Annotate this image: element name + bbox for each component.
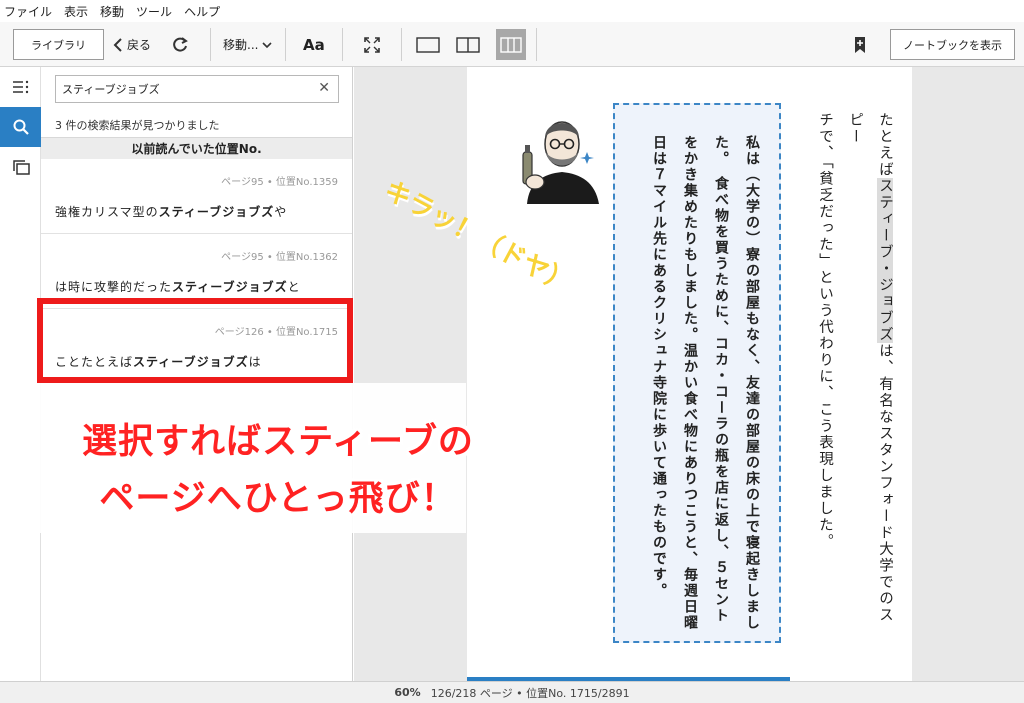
toolbar-separator bbox=[342, 28, 343, 61]
two-page-button[interactable] bbox=[456, 29, 480, 60]
search-input[interactable]: スティーブジョブズ ✕ bbox=[55, 75, 339, 103]
refresh-icon bbox=[173, 36, 188, 52]
back-button[interactable]: 戻る bbox=[113, 29, 151, 60]
goto-menu-button[interactable]: 移動... bbox=[223, 29, 273, 60]
body-text: チで、「貧乏だった」という代わりに、こう表現しました。 bbox=[817, 112, 833, 551]
search-tab-button[interactable] bbox=[0, 107, 41, 147]
snippet-match: スティーブジョブズ bbox=[172, 280, 288, 294]
snippet-match: スティーブジョブズ bbox=[158, 205, 275, 219]
table-of-contents-icon bbox=[12, 80, 28, 94]
clear-search-icon[interactable]: ✕ bbox=[318, 80, 330, 96]
annotation-caption-line2: ページへひとっ飛び！ bbox=[99, 479, 457, 519]
snippet-text: と bbox=[287, 280, 301, 294]
menu-help[interactable]: ヘルプ bbox=[184, 3, 220, 20]
snippet-text: 強権カリスマ型の bbox=[55, 205, 159, 219]
cards-button[interactable] bbox=[0, 147, 41, 187]
search-highlight: スティーブ・ジョブズ bbox=[877, 178, 893, 343]
result-location: ページ95 • 位置No.1362 bbox=[221, 252, 338, 263]
menu-go[interactable]: 移動 bbox=[100, 3, 124, 20]
quote-box: 私は（大学の）寮の部屋もなく、友達の部屋の床の上で寝起きしました。 食べ物を買う… bbox=[613, 103, 781, 643]
kindle-app: ファイル 表示 移動 ツール ヘルプ ライブラリ 戻る 移動... Aa ノート… bbox=[0, 0, 1024, 703]
show-notebook-button[interactable]: ノートブックを表示 bbox=[890, 29, 1015, 60]
font-settings-button[interactable]: Aa bbox=[303, 29, 325, 60]
result-snippet: 強権カリスマ型のスティーブジョブズや bbox=[55, 203, 287, 220]
fullscreen-icon bbox=[364, 36, 380, 53]
highlight-frame bbox=[37, 298, 353, 383]
snippet-text: は時に攻撃的だった bbox=[55, 280, 173, 294]
bookmark-add-icon bbox=[855, 36, 865, 53]
back-label: 戻る bbox=[127, 38, 152, 52]
bookmark-button[interactable] bbox=[853, 29, 867, 60]
toolbar-separator bbox=[401, 28, 402, 61]
zoom-level: 60% bbox=[394, 686, 421, 699]
result-location: ページ95 • 位置No.1359 bbox=[221, 177, 338, 188]
toolbar-separator bbox=[285, 28, 286, 61]
status-bar: 60% 126/218 ページ • 位置No. 1715/2891 bbox=[0, 681, 1024, 703]
toolbar: ライブラリ 戻る 移動... Aa ノートブックを表示 bbox=[0, 22, 1024, 67]
menu-tools[interactable]: ツール bbox=[136, 3, 172, 20]
menu-bar: ファイル 表示 移動 ツール ヘルプ bbox=[0, 0, 1024, 22]
snippet-text: や bbox=[274, 205, 288, 219]
annotation-caption-line1: 選択すればスティーブの bbox=[82, 422, 474, 462]
result-snippet: は時に攻撃的だったスティーブジョブズと bbox=[55, 278, 301, 295]
quote-text: 私は（大学の）寮の部屋もなく、友達の部屋の床の上で寝起きしました。 食べ物を買う… bbox=[651, 135, 760, 631]
search-result-count: 3 件の検索結果が見つかりました bbox=[55, 119, 220, 132]
three-column-icon bbox=[500, 36, 522, 53]
single-page-icon bbox=[416, 36, 440, 53]
two-page-icon bbox=[456, 36, 480, 53]
toolbar-separator bbox=[210, 28, 211, 61]
single-page-button[interactable] bbox=[416, 29, 440, 60]
page-position: 126/218 ページ • 位置No. 1715/2891 bbox=[430, 686, 630, 700]
sync-button[interactable] bbox=[171, 29, 189, 60]
chevron-down-icon bbox=[262, 41, 273, 48]
library-button[interactable]: ライブラリ bbox=[13, 29, 104, 60]
side-rail bbox=[0, 67, 41, 681]
three-column-button[interactable] bbox=[496, 29, 526, 60]
flashcards-icon bbox=[12, 160, 30, 175]
fullscreen-button[interactable] bbox=[363, 29, 381, 60]
illustration-image bbox=[522, 121, 599, 204]
search-icon bbox=[13, 119, 29, 135]
goto-label: 移動... bbox=[223, 38, 259, 52]
menu-file[interactable]: ファイル bbox=[4, 3, 52, 20]
menu-view[interactable]: 表示 bbox=[64, 3, 88, 20]
chevron-left-icon bbox=[113, 37, 122, 52]
toc-button[interactable] bbox=[0, 67, 41, 107]
body-text: たとえば bbox=[877, 112, 893, 178]
search-result-item[interactable]: ページ95 • 位置No.1359 強権カリスマ型のスティーブジョブズや bbox=[41, 159, 352, 234]
book-body-text: たとえばスティーブ・ジョブズは、有名なスタンフォード大学でのスピー チで、「貧乏… bbox=[810, 112, 900, 632]
section-header: 以前読んでいた位置No. bbox=[41, 137, 352, 159]
toolbar-separator bbox=[536, 28, 537, 61]
search-input-value: スティーブジョブズ bbox=[62, 83, 160, 96]
